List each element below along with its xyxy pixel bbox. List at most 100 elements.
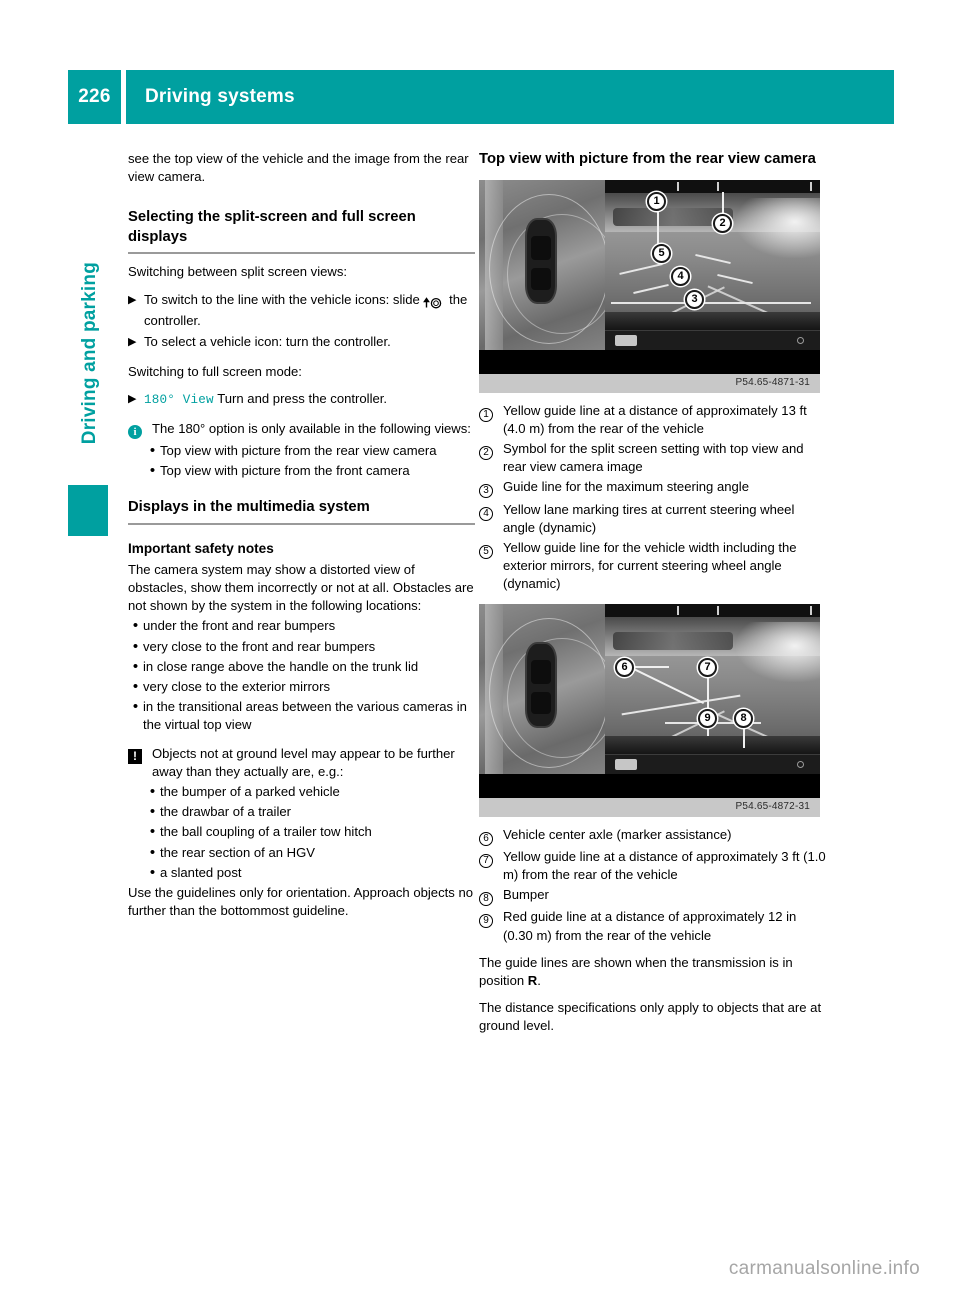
bullet-icon: • [149,843,156,861]
rear-camera-pane [605,603,820,774]
list-item: • very close to the front and rear bumpe… [128,638,475,656]
legend-figure-1: 1 Yellow guide line at a distance of app… [479,402,826,594]
list-item-label: very close to the front and rear bumpers [143,638,376,654]
list-item-label: the rear section of an HGV [160,844,316,860]
warning-icon: ! [128,745,149,765]
legend-label: Guide line for the maximum steering angl… [503,479,749,495]
manual-page: 226 Driving systems Driving and parking … [0,0,960,1302]
figure-image: 6 7 8 9 [479,603,820,798]
callout-7: 7 [698,657,717,677]
guide-curve-inner [507,213,617,334]
site-watermark: carmanualsonline.info [728,1258,920,1279]
step-text-before: To switch to the line with the vehicle i… [144,291,420,307]
legend-label: Red guide line at a distance of approxim… [503,909,797,943]
legend-label: Yellow guide line at a distance of appro… [503,848,826,882]
right-column: Top view with picture from the rear view… [479,150,826,1036]
bullet-icon: • [149,441,156,459]
guide-line-4m-left [619,262,663,275]
callout-8: 8 [734,708,753,728]
hud-bottom-bar [605,329,820,350]
intro-paragraph: see the top view of the vehicle and the … [128,151,469,185]
figure-rear-view-guidelines: 1 2 3 4 5 P54.65-4871-31 [479,179,820,393]
closing-paragraph: Use the guidelines only for orientation.… [128,884,474,919]
figure-caption: P54.65-4872-31 [735,800,810,812]
list-item-label: in the transitional areas between the va… [143,699,467,733]
list-item: • in the transitional areas between the … [128,698,475,734]
bullet-icon: • [149,803,156,821]
bumper-strip [605,735,820,754]
legend-label: Vehicle center axle (marker assistance) [503,826,732,842]
rear-camera-pane [605,179,820,350]
vehicle-top-view-icon [525,217,557,304]
ui-token-180-view[interactable]: 180° View [144,393,214,407]
bullet-icon: • [149,863,156,881]
step-text: 180° View Turn and press the controller. [144,390,475,409]
step-fullscreen: ▶ 180° View Turn and press the controlle… [128,390,475,409]
guide-curve-inner [507,637,617,758]
legend-figure-2: 6 Vehicle center axle (marker assistance… [479,826,826,945]
step-text-after: Turn and press the controller. [217,391,388,407]
list-item-label: Top view with picture from the front cam… [160,463,410,479]
settings-dot-icon [797,760,804,768]
legend-number: 8 [479,886,503,907]
info-note-text: The 180° option is only available in the… [152,420,471,436]
top-view-pane [479,179,617,350]
legend-item: 2 Symbol for the split screen setting wi… [479,440,826,476]
legend-number: 7 [479,848,503,868]
split-screen-symbol [615,334,637,346]
top-view-pane [479,603,617,774]
hud-top-bar [605,603,820,617]
section-heading-displays-multimedia: Displays in the multimedia system [128,499,370,516]
switching-fullscreen-label: Switching to full screen mode: [128,364,302,380]
split-screen-symbol [615,758,637,770]
figure-caption-strip: P54.65-4872-31 [479,797,820,817]
bullet-icon: • [132,698,139,716]
warning-examples-list: • the bumper of a parked vehicle • the d… [128,783,475,882]
list-item: • very close to the exterior mirrors [128,678,475,696]
list-item: • the ball coupling of a trailer tow hit… [145,823,475,841]
legend-item: 6 Vehicle center axle (marker assistance… [479,826,826,846]
hud-bottom-bar [605,753,820,774]
legend-number: 9 [479,908,503,929]
legend-number: 4 [479,501,503,521]
bullet-icon: • [132,637,139,655]
figure-rear-view-close-guidelines: 6 7 8 9 P54.65-4872-31 [479,603,820,817]
info-note-block: i The 180° option is only available in t… [128,420,475,440]
list-item: • the drawbar of a trailer [145,803,475,821]
step-arrow-icon: ▶ [128,393,137,406]
transmission-position-label: R [527,972,538,988]
background-vehicles [613,631,733,650]
warning-note-text: Objects not at ground level may appear t… [152,745,455,779]
list-item: • the rear section of an HGV [145,844,475,862]
legend-label: Yellow guide line at a distance of appro… [503,402,807,436]
figure-caption-strip: P54.65-4871-31 [479,373,820,393]
callout-4: 4 [671,266,690,286]
subheading-safety-notes: Important safety notes [128,540,274,556]
safety-paragraph: The camera system may show a distorted v… [128,561,474,614]
legend-item: 8 Bumper [479,886,826,907]
list-item-label: the bumper of a parked vehicle [160,783,340,799]
legend-item: 1 Yellow guide line at a distance of app… [479,402,826,438]
step-text: To select a vehicle icon: turn the contr… [144,334,391,350]
list-item: • a slanted post [145,864,475,882]
step-text: To switch to the line with the vehicle i… [144,291,475,330]
list-item-label: the drawbar of a trailer [160,804,292,820]
closing-paragraph-transmission: The guide lines are shown when the trans… [479,954,826,990]
callout-3: 3 [685,289,704,309]
list-item: • Top view with picture from the front c… [145,462,475,480]
list-item: • Top view with picture from the rear vi… [145,442,475,460]
section-rule [128,522,475,525]
left-column: see the top view of the vehicle and the … [128,150,475,920]
hud-top-bar [605,179,820,193]
settings-dot-icon [797,336,804,344]
closing-text-after: . [537,972,541,988]
section-heading-top-view-rear-camera: Top view with picture from the rear view… [479,151,816,167]
guide-line-dynamic-left [633,283,669,294]
chapter-tab-marker [68,485,108,536]
legend-item: 3 Guide line for the maximum steering an… [479,478,826,499]
list-item-label: in close range above the handle on the t… [143,658,419,674]
page-number-badge: 226 [68,70,121,124]
figure-image: 1 2 3 4 5 [479,179,820,374]
closing-text-before: The guide lines are shown when the trans… [479,954,793,988]
legend-item: 7 Yellow guide line at a distance of app… [479,848,826,884]
